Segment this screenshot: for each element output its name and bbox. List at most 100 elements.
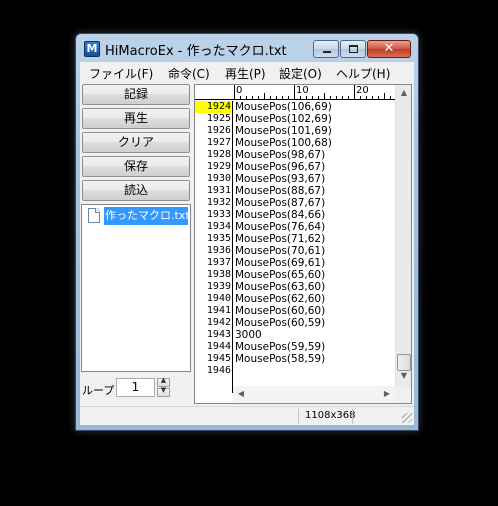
ruler-tick xyxy=(354,85,355,99)
menu-command[interactable]: 命令(C) xyxy=(168,65,210,82)
line-text: 3000 xyxy=(235,329,262,341)
line-number: 1934 xyxy=(206,221,231,232)
code-line[interactable]: 1937 MousePos(69,61) xyxy=(195,257,395,269)
ruler-tick xyxy=(372,96,373,99)
menu-file[interactable]: ファイル(F) xyxy=(89,65,153,82)
code-line[interactable]: 1941 MousePos(60,60) xyxy=(195,305,395,317)
line-text: MousePos(100,68) xyxy=(235,137,332,149)
ruler-tick xyxy=(330,96,331,99)
line-number: 1944 xyxy=(206,341,231,352)
loop-label: ループ xyxy=(82,384,115,397)
code-line[interactable]: 1930 MousePos(93,67) xyxy=(195,173,395,185)
code-line[interactable]: 1935 MousePos(71,62) xyxy=(195,233,395,245)
line-text: MousePos(63,60) xyxy=(235,281,326,293)
line-text: MousePos(59,59) xyxy=(235,341,326,353)
code-line[interactable]: 1938 MousePos(65,60) xyxy=(195,269,395,281)
menu-help[interactable]: ヘルプ(H) xyxy=(336,65,390,82)
macro-editor[interactable]: 0 10 20 1924 MousePos(106,69) 1925 MousePos… xyxy=(194,84,412,404)
code-line[interactable]: 1932 MousePos(87,67) xyxy=(195,197,395,209)
menu-settings[interactable]: 設定(O) xyxy=(279,65,322,82)
line-text: MousePos(88,67) xyxy=(235,185,326,197)
list-item[interactable]: 作ったマクロ.txt xyxy=(85,207,189,225)
resize-grip[interactable] xyxy=(402,413,412,423)
app-window: M HiMacroEx - 作ったマクロ.txt ✕ ファイル(F) 命令(C)… xyxy=(75,33,419,431)
title-bar[interactable]: M HiMacroEx - 作ったマクロ.txt ✕ xyxy=(76,34,418,62)
code-line[interactable]: 1943 3000 xyxy=(195,329,395,341)
close-button[interactable]: ✕ xyxy=(367,40,411,58)
ruler-tick xyxy=(294,85,295,99)
line-number: 1940 xyxy=(206,293,231,304)
loop-decrement-button[interactable]: ▼ xyxy=(157,386,170,397)
code-line[interactable]: 1928 MousePos(98,67) xyxy=(195,149,395,161)
scroll-left-icon[interactable]: ◀ xyxy=(233,386,249,402)
ruler-tick xyxy=(324,93,325,99)
line-number: 1939 xyxy=(206,281,231,292)
line-number: 1936 xyxy=(206,245,231,256)
ruler-tick xyxy=(336,96,337,99)
line-number: 1928 xyxy=(206,149,231,160)
ruler-tick xyxy=(384,93,385,99)
code-line[interactable]: 1946 xyxy=(195,365,395,377)
play-button[interactable]: 再生 xyxy=(82,108,190,129)
minimize-icon xyxy=(323,51,331,53)
chevron-down-icon: ▼ xyxy=(160,386,167,394)
status-divider xyxy=(298,409,299,424)
code-line[interactable]: 1926 MousePos(101,69) xyxy=(195,125,395,137)
line-number: 1945 xyxy=(206,353,231,364)
code-line[interactable]: 1939 MousePos(63,60) xyxy=(195,281,395,293)
line-number: 1946 xyxy=(206,365,231,376)
ruler-tick xyxy=(348,96,349,99)
line-text: MousePos(62,60) xyxy=(235,293,326,305)
maximize-button[interactable] xyxy=(340,40,366,58)
line-text: MousePos(69,61) xyxy=(235,257,326,269)
macro-file-list[interactable]: 作ったマクロ.txt xyxy=(81,204,191,372)
scrollbar-corner xyxy=(395,387,411,403)
ruler-tick xyxy=(234,85,235,99)
line-text: MousePos(65,60) xyxy=(235,269,326,281)
loop-count-input[interactable]: 1 xyxy=(116,378,155,397)
line-text: MousePos(58,59) xyxy=(235,353,326,365)
code-line[interactable]: 1936 MousePos(70,61) xyxy=(195,245,395,257)
code-line[interactable]: 1933 MousePos(84,66) xyxy=(195,209,395,221)
line-number: 1924 xyxy=(195,101,231,113)
code-line[interactable]: 1944 MousePos(59,59) xyxy=(195,341,395,353)
vertical-scrollbar[interactable]: ▲ ▼ xyxy=(395,85,411,403)
ruler-tick xyxy=(258,96,259,99)
ruler-tick xyxy=(282,96,283,99)
line-text: MousePos(76,64) xyxy=(235,221,326,233)
ruler-tick xyxy=(264,93,265,99)
save-button[interactable]: 保存 xyxy=(82,156,190,177)
menu-play[interactable]: 再生(P) xyxy=(225,65,266,82)
load-button[interactable]: 読込 xyxy=(82,180,190,201)
code-line[interactable]: 1934 MousePos(76,64) xyxy=(195,221,395,233)
code-line[interactable]: 1927 MousePos(100,68) xyxy=(195,137,395,149)
line-text: MousePos(101,69) xyxy=(235,125,332,137)
code-line[interactable]: 1925 MousePos(102,69) xyxy=(195,113,395,125)
scroll-up-icon[interactable]: ▲ xyxy=(396,85,411,101)
line-number: 1930 xyxy=(206,173,231,184)
code-line[interactable]: 1942 MousePos(60,59) xyxy=(195,317,395,329)
ruler-tick xyxy=(288,96,289,99)
code-line[interactable]: 1931 MousePos(88,67) xyxy=(195,185,395,197)
line-text: MousePos(98,67) xyxy=(235,149,326,161)
minimize-button[interactable] xyxy=(313,40,339,58)
ruler-tick xyxy=(246,96,247,99)
record-button[interactable]: 記録 xyxy=(82,84,190,105)
code-line[interactable]: 1929 MousePos(96,67) xyxy=(195,161,395,173)
window-title: HiMacroEx - 作ったマクロ.txt xyxy=(105,44,287,59)
code-line[interactable]: 1924 MousePos(106,69) xyxy=(195,101,395,113)
code-line[interactable]: 1940 MousePos(62,60) xyxy=(195,293,395,305)
scroll-right-icon[interactable]: ▶ xyxy=(379,386,395,402)
line-text: MousePos(84,66) xyxy=(235,209,326,221)
horizontal-scrollbar[interactable]: ◀ ▶ xyxy=(233,386,395,403)
ruler-tick xyxy=(360,96,361,99)
line-number: 1925 xyxy=(206,113,231,124)
clear-button[interactable]: クリア xyxy=(82,132,190,153)
scroll-down-icon[interactable]: ▼ xyxy=(396,368,411,384)
line-number: 1943 xyxy=(206,329,231,340)
line-number: 1942 xyxy=(206,317,231,328)
code-line[interactable]: 1945 MousePos(58,59) xyxy=(195,353,395,365)
line-number: 1931 xyxy=(206,185,231,196)
code-lines: 1924 MousePos(106,69) 1925 MousePos(102,69)… xyxy=(195,101,395,377)
line-text: MousePos(93,67) xyxy=(235,173,326,185)
